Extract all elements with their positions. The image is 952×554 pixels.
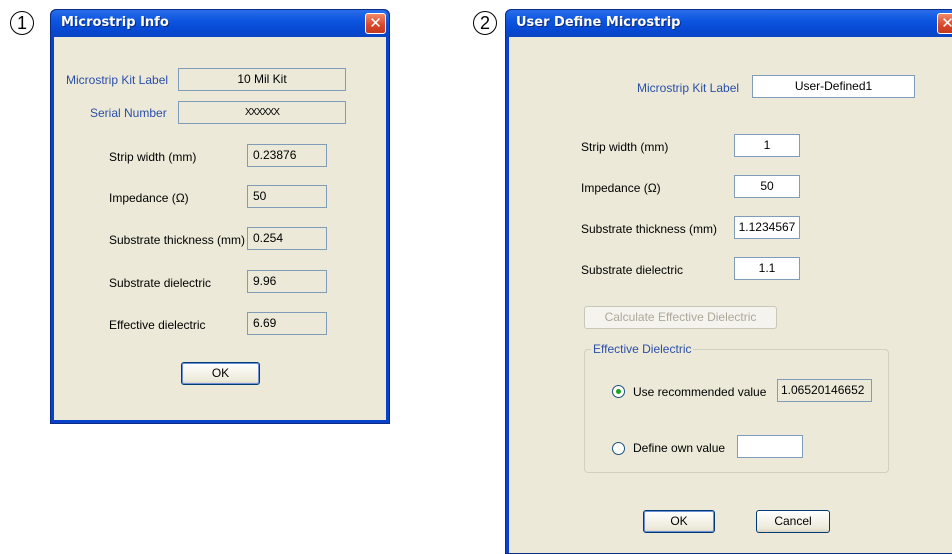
- strip-width-caption: Strip width (mm): [109, 150, 197, 164]
- use-recommended-label[interactable]: Use recommended value: [633, 385, 766, 399]
- substrate-thickness-input[interactable]: 1.1234567: [734, 216, 800, 239]
- calculate-effective-dielectric-button[interactable]: Calculate Effective Dielectric: [584, 306, 777, 329]
- strip-width-input[interactable]: 1: [734, 134, 800, 157]
- substrate-thickness-field: 0.254: [247, 227, 327, 250]
- define-own-label[interactable]: Define own value: [633, 441, 725, 455]
- microstrip-info-body: Microstrip Kit Label 10 Mil Kit Serial N…: [54, 37, 386, 420]
- effective-dielectric-field: 6.69: [247, 312, 327, 335]
- user-define-title: User Define Microstrip: [516, 15, 681, 30]
- serial-number-caption: Serial Number: [90, 106, 167, 120]
- radio-selected-dot: [616, 389, 621, 394]
- substrate-dielectric-input[interactable]: 1.1: [734, 257, 800, 280]
- effective-dielectric-caption: Effective dielectric: [109, 318, 206, 332]
- kit-label-caption: Microstrip Kit Label: [637, 81, 740, 95]
- user-define-dialog: User Define Microstrip ✕ Microstrip Kit …: [505, 9, 952, 554]
- microstrip-info-title: Microstrip Info: [61, 15, 169, 30]
- kit-label-caption: Microstrip Kit Label: [66, 73, 169, 87]
- close-icon[interactable]: ✕: [937, 13, 952, 34]
- step-badge-1: 1: [10, 11, 34, 35]
- substrate-thickness-caption: Substrate thickness (mm): [109, 233, 246, 247]
- radio-selected-icon[interactable]: [612, 385, 625, 398]
- effective-dielectric-group-label: Effective Dielectric: [591, 342, 694, 356]
- impedance-caption: Impedance (Ω): [581, 181, 661, 195]
- microstrip-info-dialog: Microstrip Info ✕ Microstrip Kit Label 1…: [50, 9, 390, 424]
- user-define-body: Microstrip Kit Label User-Defined1 Strip…: [509, 37, 952, 553]
- substrate-dielectric-caption: Substrate dielectric: [109, 276, 212, 290]
- ok-button[interactable]: OK: [181, 362, 260, 385]
- step-badge-2: 2: [473, 11, 497, 35]
- strip-width-field: 0.23876: [247, 144, 327, 167]
- substrate-dielectric-field: 9.96: [247, 270, 327, 293]
- kit-label-input[interactable]: User-Defined1: [752, 75, 915, 98]
- radio-empty-icon[interactable]: [612, 442, 625, 455]
- ok-button[interactable]: OK: [643, 510, 715, 533]
- impedance-caption: Impedance (Ω): [109, 191, 189, 205]
- close-icon[interactable]: ✕: [365, 13, 386, 34]
- substrate-thickness-caption: Substrate thickness (mm): [581, 222, 718, 236]
- step-badge-1-text: 1: [16, 13, 27, 33]
- recommended-value-field: 1.06520146652: [777, 379, 872, 402]
- user-define-titlebar[interactable]: User Define Microstrip ✕: [506, 10, 952, 37]
- microstrip-info-titlebar[interactable]: Microstrip Info ✕: [51, 10, 389, 37]
- substrate-dielectric-caption: Substrate dielectric: [581, 263, 684, 277]
- cancel-button[interactable]: Cancel: [756, 510, 830, 533]
- serial-number-field: XXXXXX: [178, 101, 346, 124]
- step-badge-2-text: 2: [479, 13, 490, 33]
- impedance-input[interactable]: 50: [734, 175, 800, 198]
- impedance-field: 50: [247, 185, 327, 208]
- own-value-input[interactable]: [737, 435, 803, 458]
- strip-width-caption: Strip width (mm): [581, 140, 669, 154]
- kit-label-field: 10 Mil Kit: [178, 68, 346, 91]
